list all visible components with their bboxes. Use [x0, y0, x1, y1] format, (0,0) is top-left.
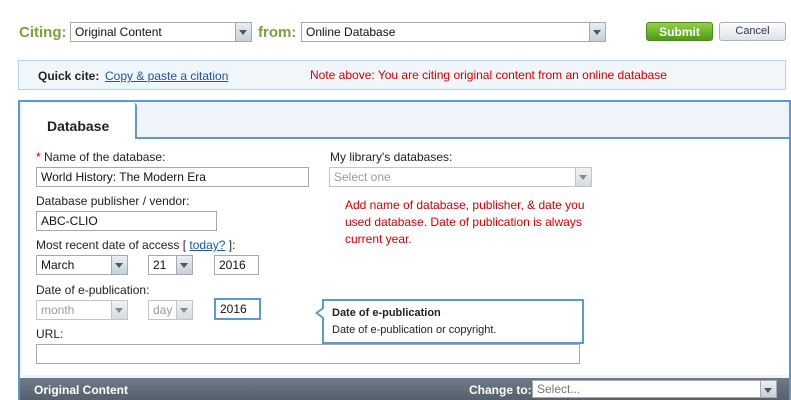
library-select-value: Select one — [334, 170, 391, 184]
chevron-down-icon — [176, 256, 192, 274]
quick-cite-note: Note above: You are citing original cont… — [310, 68, 667, 82]
epub-month-select[interactable]: month — [36, 300, 128, 320]
tooltip-title: Date of e-publication — [332, 307, 441, 319]
library-label: My library's databases: — [330, 150, 453, 164]
citing-source-select[interactable]: Online Database — [301, 22, 606, 42]
quick-cite-bar: Quick cite: Copy & paste a citation Note… — [18, 60, 786, 90]
db-name-input[interactable]: World History: The Modern Era — [36, 167, 309, 187]
chevron-down-icon — [575, 168, 591, 186]
change-to-label: Change to: — [469, 383, 532, 397]
epub-year-input[interactable]: 2016 — [214, 298, 261, 320]
footer-title: Original Content — [34, 383, 128, 397]
db-name-label: * Name of the database: — [36, 150, 166, 164]
epub-date-label: Date of e-publication: — [36, 283, 150, 297]
access-date-label: Most recent date of access [ today? ]: — [36, 238, 236, 252]
publisher-input[interactable]: ABC-CLIO — [36, 211, 217, 231]
chevron-down-icon — [760, 381, 776, 397]
submit-button[interactable]: Submit — [646, 22, 713, 41]
publisher-label: Database publisher / vendor: — [36, 194, 190, 208]
chevron-down-icon — [176, 301, 192, 319]
epub-tooltip: Date of e-publication Date of e-publicat… — [315, 299, 584, 344]
citing-type-select[interactable]: Original Content — [70, 22, 252, 42]
access-day-select[interactable]: 21 — [148, 255, 193, 275]
change-to-select[interactable]: Select... — [532, 380, 777, 398]
tab-database-label: Database — [47, 118, 110, 134]
citing-label: Citing: — [19, 24, 67, 41]
access-year-input[interactable]: 2016 — [214, 255, 259, 275]
library-select[interactable]: Select one — [329, 167, 592, 187]
url-label: URL: — [36, 327, 64, 341]
access-month-select[interactable]: March — [36, 255, 128, 275]
from-label: from: — [258, 24, 297, 41]
epub-day-select[interactable]: day — [148, 300, 193, 320]
today-link[interactable]: today? — [189, 238, 225, 252]
original-content-bar: Original Content Change to: Select... — [20, 378, 789, 400]
chevron-down-icon — [111, 301, 127, 319]
tooltip-body: Date of e-publication or copyright. — [332, 324, 497, 336]
chevron-down-icon — [589, 23, 605, 41]
copy-paste-citation-link[interactable]: Copy & paste a citation — [105, 69, 228, 83]
tab-database[interactable]: Database — [22, 103, 137, 139]
quick-cite-label: Quick cite: — [38, 69, 100, 83]
citing-source-value: Online Database — [306, 25, 396, 39]
url-input[interactable] — [36, 344, 580, 364]
chevron-down-icon — [235, 23, 251, 41]
citing-type-value: Original Content — [75, 25, 162, 39]
chevron-down-icon — [111, 256, 127, 274]
instruction-note: Add name of database, publisher, & date … — [345, 198, 585, 246]
cancel-button[interactable]: Cancel — [719, 22, 786, 41]
